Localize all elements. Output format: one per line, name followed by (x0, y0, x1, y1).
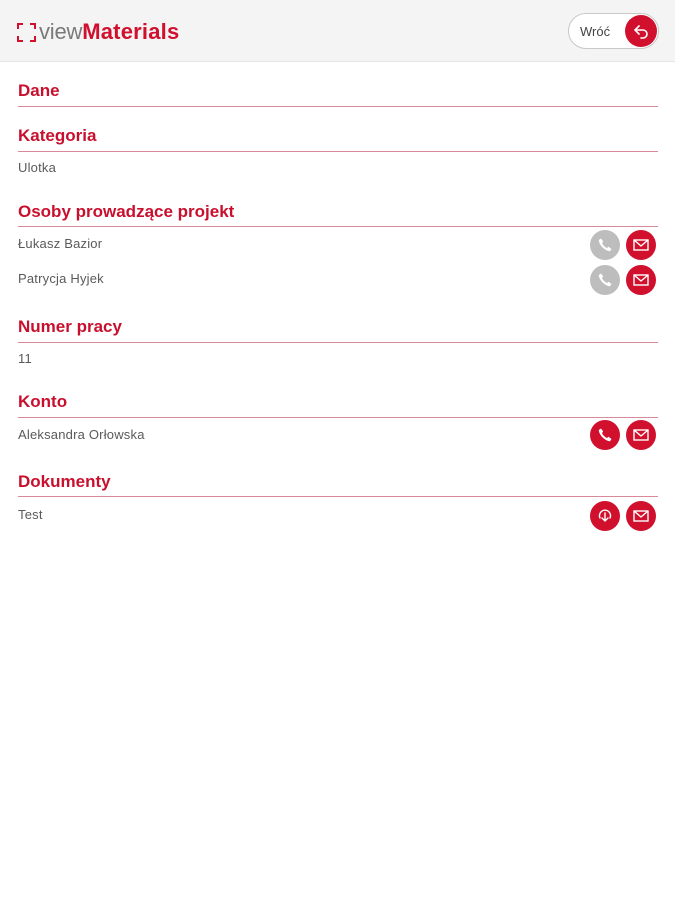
section-title-dokumenty: Dokumenty (18, 472, 111, 491)
section-title-dane: Dane (18, 81, 60, 100)
divider (18, 106, 658, 107)
logo-text-view: view (39, 19, 83, 44)
section-title-konto: Konto (18, 392, 68, 411)
app-logo: view Materials (17, 18, 179, 46)
section-title-numer: Numer pracy (18, 317, 122, 336)
back-button-label: Wróć (580, 24, 611, 39)
envelope-icon[interactable] (626, 265, 656, 295)
divider (18, 417, 658, 418)
envelope-icon[interactable] (626, 230, 656, 260)
envelope-icon[interactable] (626, 420, 656, 450)
phone-icon[interactable] (590, 265, 620, 295)
divider (18, 226, 658, 227)
section-title-kategoria: Kategoria (18, 126, 97, 145)
document-name: Test (18, 507, 43, 522)
phone-icon[interactable] (590, 230, 620, 260)
divider (18, 496, 658, 497)
back-arrow-icon (625, 15, 657, 47)
app-header: view Materials Wróć (0, 0, 675, 62)
logo-text-materials: Materials (82, 19, 180, 44)
person-name: Patrycja Hyjek (18, 271, 104, 286)
section-title-osoby: Osoby prowadzące projekt (18, 202, 235, 221)
divider (18, 151, 658, 152)
phone-icon[interactable] (590, 420, 620, 450)
kategoria-value: Ulotka (18, 160, 57, 175)
logo-frame-icon (17, 22, 36, 42)
numer-value: 11 (18, 351, 32, 366)
back-button[interactable]: Wróć (568, 13, 659, 49)
konto-name: Aleksandra Orłowska (18, 427, 145, 442)
download-icon[interactable] (590, 501, 620, 531)
envelope-icon[interactable] (626, 501, 656, 531)
person-name: Łukasz Bazior (18, 236, 103, 251)
divider (18, 342, 658, 343)
